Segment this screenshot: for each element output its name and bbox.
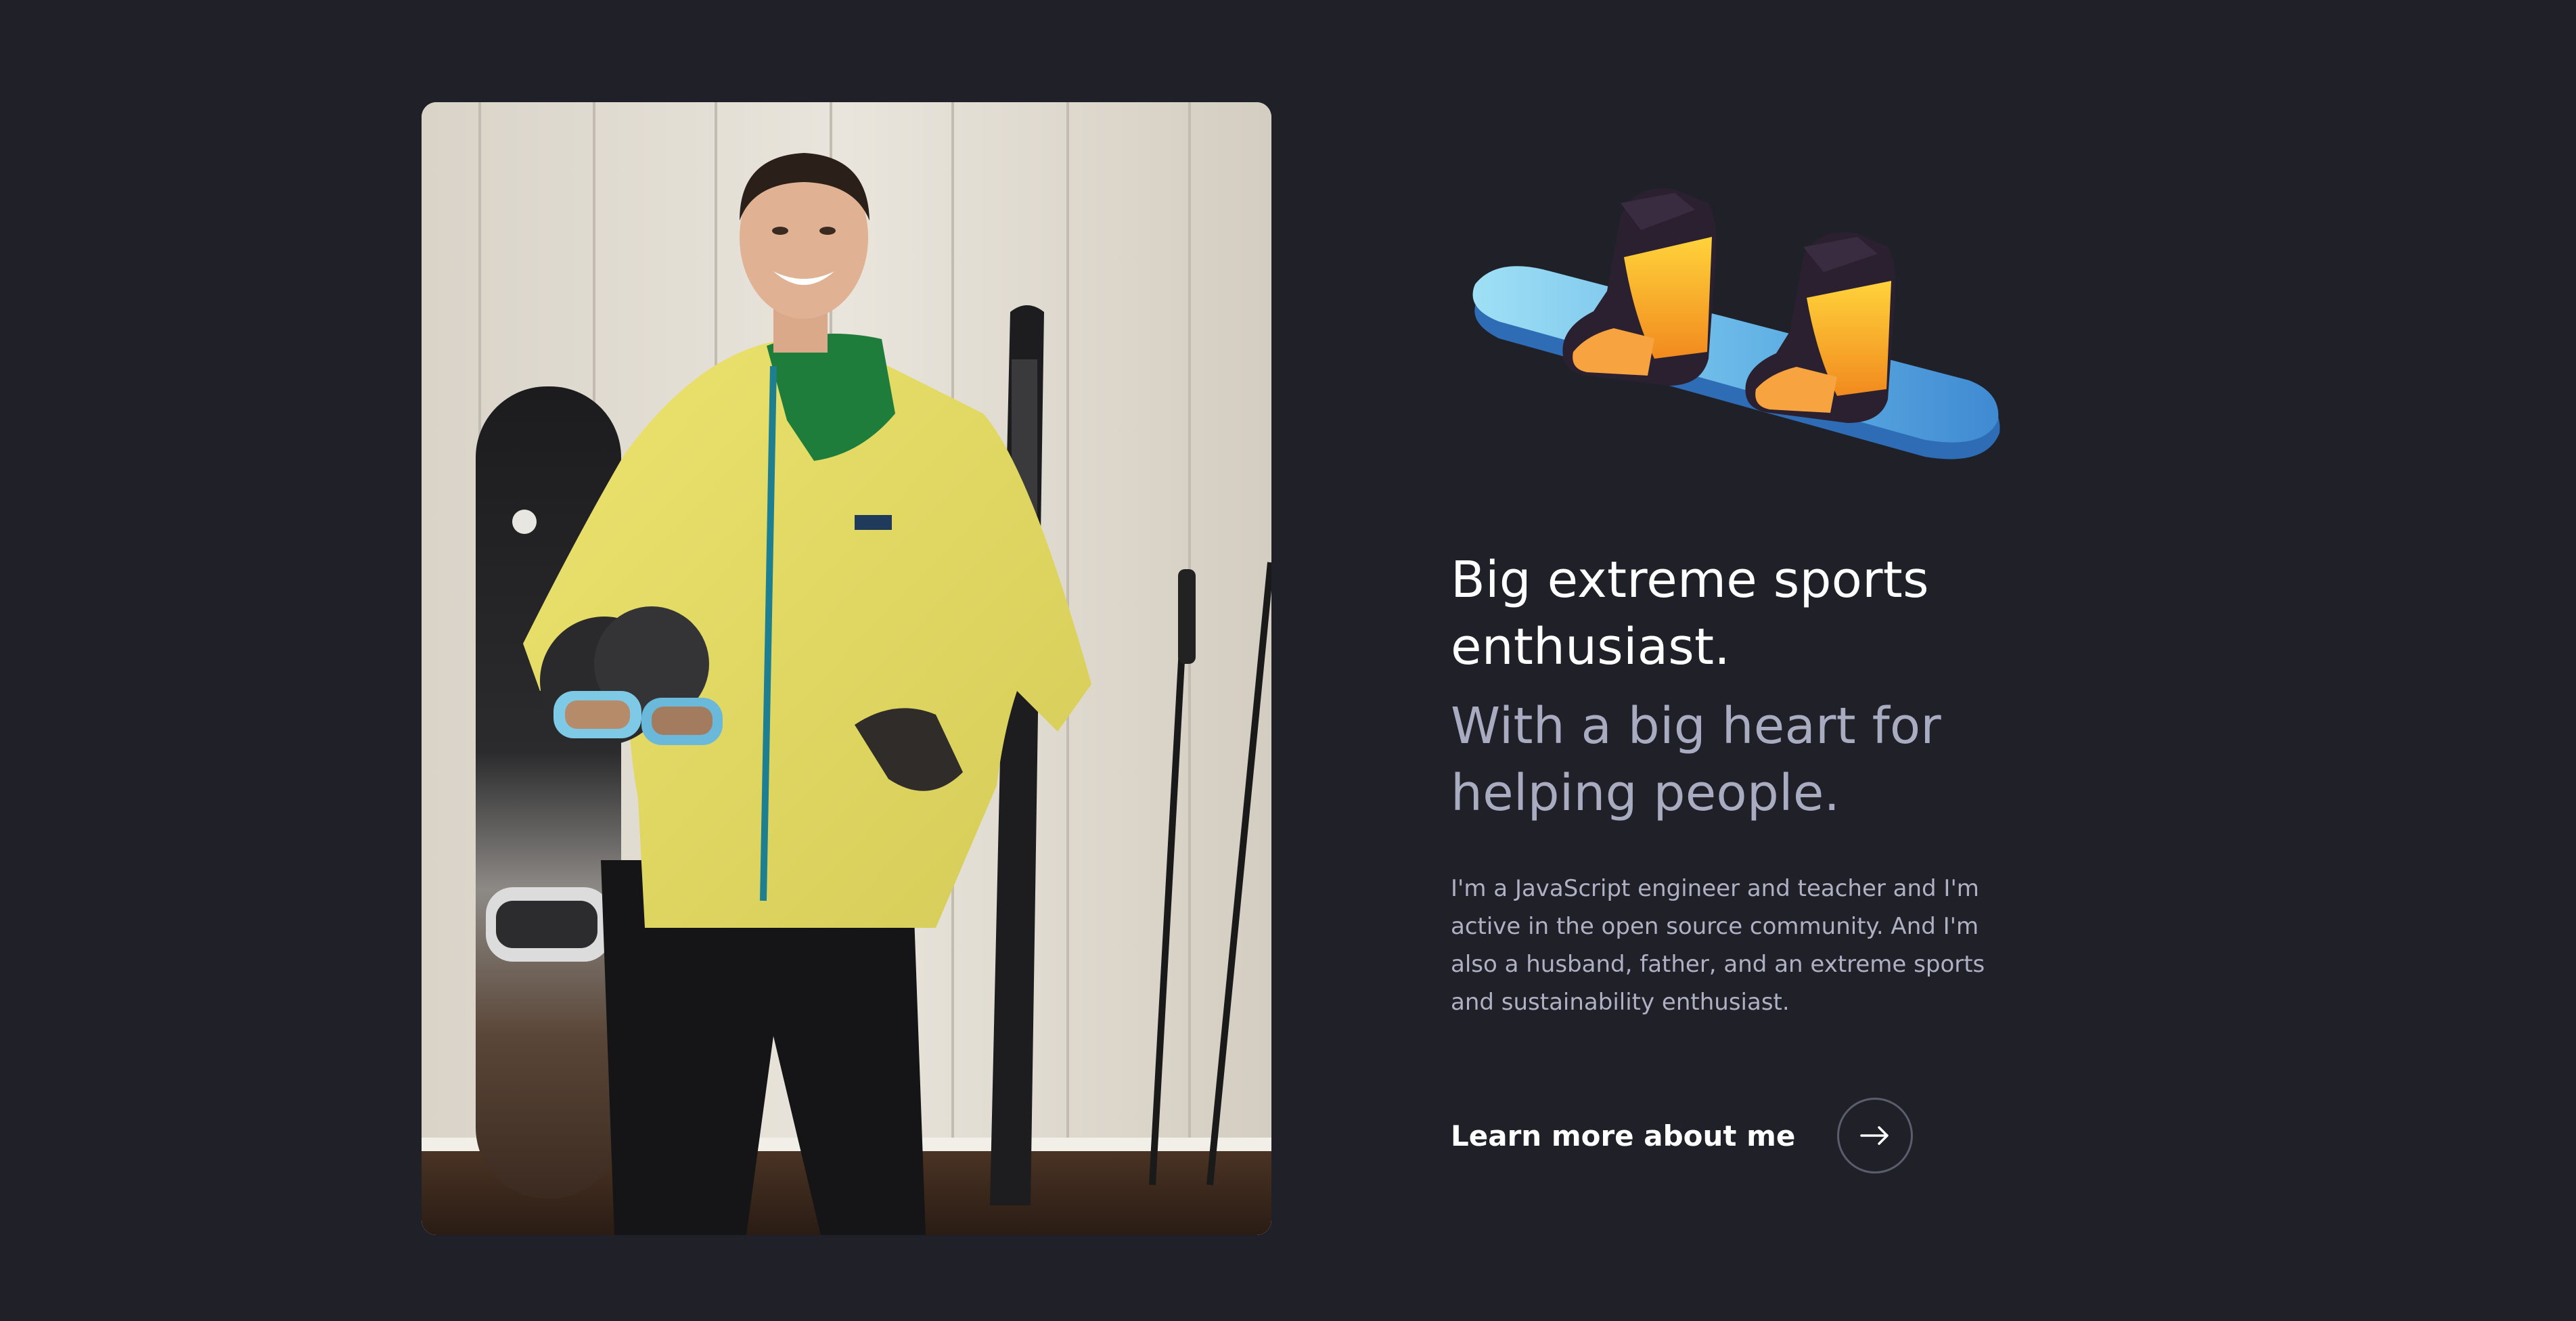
bio-paragraph: I'm a JavaScript engineer and teacher an… bbox=[1451, 875, 1985, 1016]
snowboard-boots-illustration bbox=[1451, 183, 2013, 474]
headline: Big extreme sports enthusiast. bbox=[1451, 551, 1929, 676]
subheadline: With a big heart for helping people. bbox=[1451, 697, 1941, 822]
arrow-button[interactable] bbox=[1837, 1098, 1914, 1173]
arrow-right-icon bbox=[1860, 1126, 1889, 1145]
profile-photo bbox=[422, 102, 1271, 1235]
learn-more-link[interactable]: Learn more about me bbox=[1451, 1095, 1914, 1176]
learn-more-label: Learn more about me bbox=[1451, 1119, 1796, 1152]
